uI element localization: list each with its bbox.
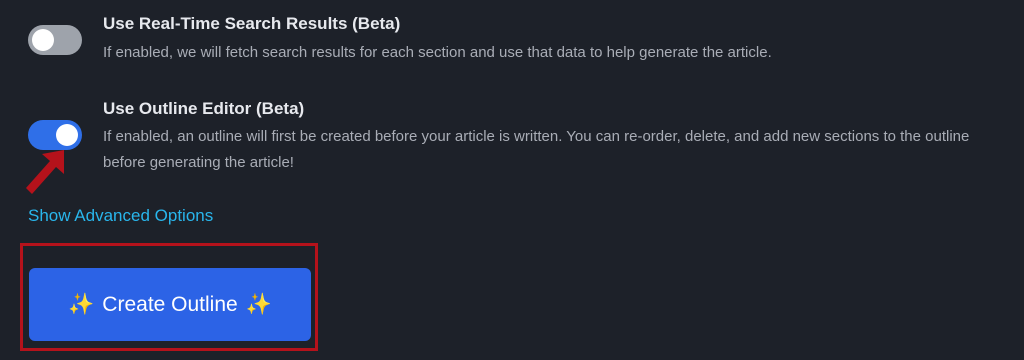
outline-editor-description: If enabled, an outline will first be cre… [103, 128, 970, 171]
toggle-knob [56, 124, 78, 146]
sparkles-icon: ✨ [245, 292, 272, 316]
sparkles-icon: ✨ [68, 292, 95, 316]
toggle-knob [32, 29, 54, 51]
create-outline-label: Create Outline [102, 292, 238, 316]
realtime-search-description: If enabled, we will fetch search results… [103, 44, 772, 61]
create-outline-button[interactable]: ✨ Create Outline ✨ [29, 268, 311, 341]
outline-editor-toggle[interactable] [28, 120, 82, 150]
annotation-arrow-icon [26, 150, 64, 194]
show-advanced-options-link[interactable]: Show Advanced Options [28, 206, 213, 226]
realtime-search-title: Use Real-Time Search Results (Beta) [103, 14, 401, 33]
outline-editor-title: Use Outline Editor (Beta) [103, 99, 305, 118]
realtime-search-toggle[interactable] [28, 25, 82, 55]
